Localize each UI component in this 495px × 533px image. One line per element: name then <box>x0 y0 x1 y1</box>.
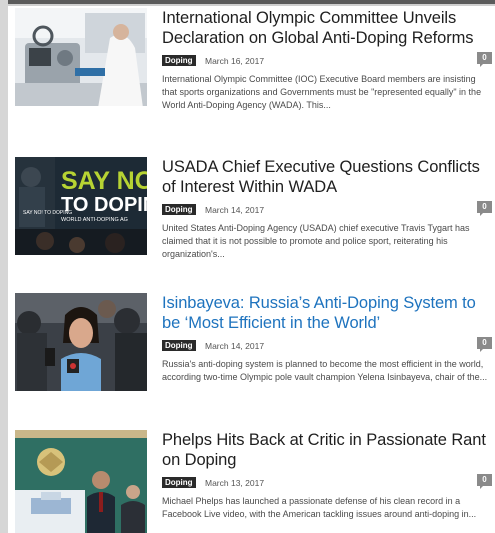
lab-photo-image <box>15 8 147 106</box>
top-divider-shadow <box>8 4 495 6</box>
comment-count-badge[interactable]: 0 <box>477 52 492 67</box>
article-excerpt: International Olympic Committee (IOC) Ex… <box>162 74 482 111</box>
article-card: SAY NO! TO DOPING SAY NO TO DOPIN WORLD … <box>15 157 493 277</box>
press-crowd-image <box>15 293 147 391</box>
article-excerpt: United States Anti-Doping Agency (USADA)… <box>162 223 470 260</box>
comment-count-badge[interactable]: 0 <box>477 474 492 489</box>
article-date: March 13, 2017 <box>205 477 265 488</box>
article-card: International Olympic Committee Unveils … <box>15 8 493 133</box>
say-no-to-doping-image: SAY NO! TO DOPING SAY NO TO DOPIN WORLD … <box>15 157 147 255</box>
category-tag[interactable]: Doping <box>162 477 196 489</box>
category-tag[interactable]: Doping <box>162 204 196 216</box>
article-excerpt: Michael Phelps has launched a passionate… <box>162 496 477 520</box>
article-title[interactable]: USADA Chief Executive Questions Conflict… <box>162 157 492 197</box>
article-card: Phelps Hits Back at Critic in Passionate… <box>15 430 493 533</box>
article-date: March 14, 2017 <box>205 204 265 215</box>
left-rail <box>0 0 8 533</box>
article-thumbnail[interactable] <box>15 293 147 391</box>
hearing-photo-image <box>15 430 147 533</box>
article-thumbnail[interactable]: SAY NO! TO DOPING SAY NO TO DOPIN WORLD … <box>15 157 147 255</box>
article-meta: Doping March 14, 2017 0 <box>162 337 492 352</box>
image-text-line1: SAY NO <box>61 167 147 195</box>
article-meta: Doping March 13, 2017 0 <box>162 474 492 489</box>
comment-count-badge[interactable]: 0 <box>477 337 492 352</box>
article-title[interactable]: Isinbayeva: Russia’s Anti-Doping System … <box>162 293 492 333</box>
article-excerpt: Russia's anti-doping system is planned t… <box>162 359 488 383</box>
comment-count-badge[interactable]: 0 <box>477 201 492 216</box>
article-date: March 14, 2017 <box>205 340 265 351</box>
category-tag[interactable]: Doping <box>162 340 196 352</box>
image-text-line3: WORLD ANTI-DOPING AG <box>61 217 128 223</box>
article-title[interactable]: International Olympic Committee Unveils … <box>162 8 492 48</box>
article-meta: Doping March 16, 2017 0 <box>162 52 492 67</box>
article-card: Isinbayeva: Russia’s Anti-Doping System … <box>15 293 493 413</box>
article-thumbnail[interactable] <box>15 8 147 106</box>
category-tag[interactable]: Doping <box>162 55 196 67</box>
article-title[interactable]: Phelps Hits Back at Critic in Passionate… <box>162 430 492 470</box>
article-thumbnail[interactable] <box>15 430 147 533</box>
article-date: March 16, 2017 <box>205 55 265 66</box>
article-meta: Doping March 14, 2017 0 <box>162 201 492 216</box>
image-text-line2: TO DOPIN <box>61 194 147 216</box>
